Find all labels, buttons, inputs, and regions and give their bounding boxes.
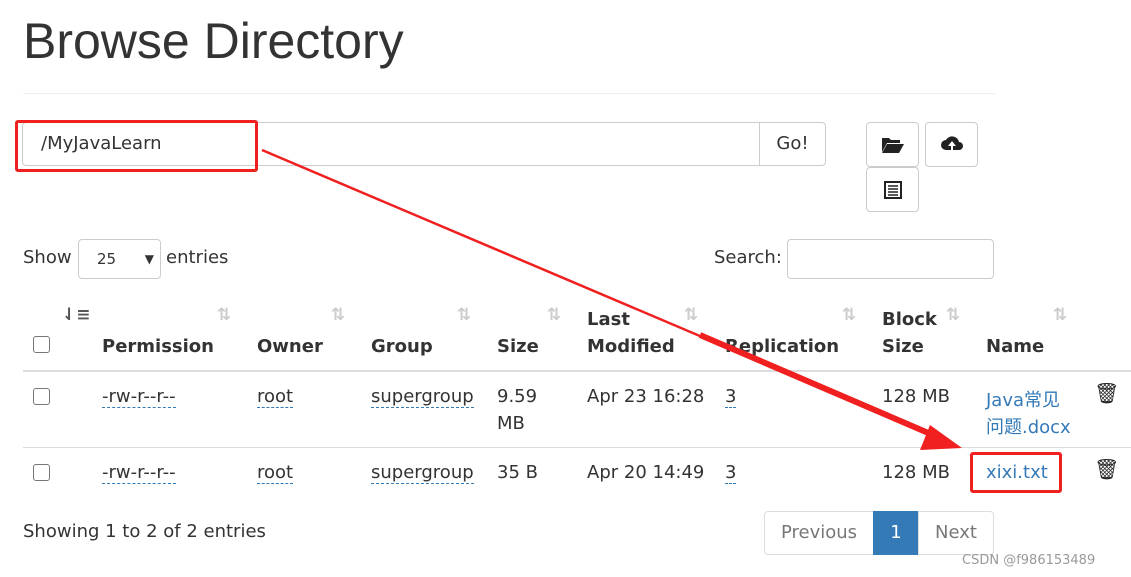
annotation-arrow xyxy=(261,148,962,450)
watermark: CSDN @f986153489 xyxy=(962,553,1096,568)
